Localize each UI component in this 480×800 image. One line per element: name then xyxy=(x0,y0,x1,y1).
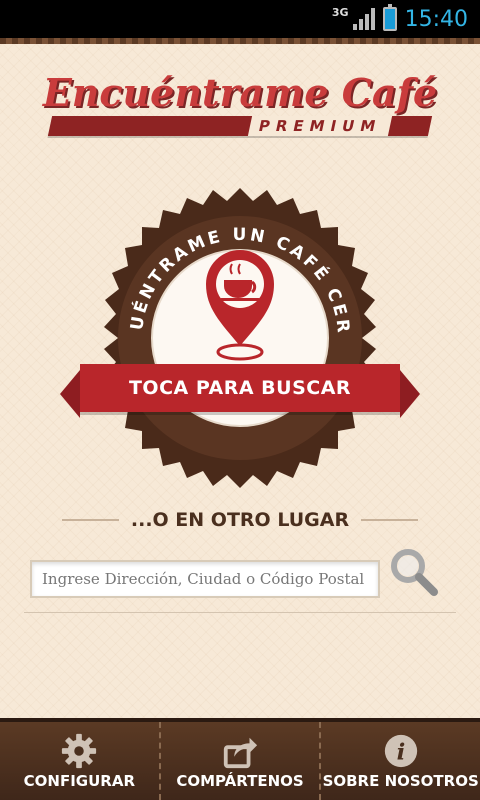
status-bar: 3G 15:40 xyxy=(0,0,480,38)
tab-configure-label: CONFIGURAR xyxy=(23,772,135,790)
tab-share-label: COMPÁRTENOS xyxy=(176,772,304,790)
tab-configure[interactable]: CONFIGURAR xyxy=(0,722,159,800)
heading-divider-right xyxy=(361,519,418,521)
heading-divider-left xyxy=(62,519,119,521)
network-type: 3G xyxy=(331,5,349,19)
search-divider xyxy=(24,612,456,613)
app-logo: Encuéntrame Café PREMIUM xyxy=(40,70,440,140)
search-button[interactable] xyxy=(388,546,440,598)
gear-icon xyxy=(62,733,97,769)
address-search-input[interactable] xyxy=(30,560,380,598)
find-nearby-label: TOCA PARA BUSCAR xyxy=(128,377,352,399)
tab-about-label: SOBRE NOSOTROS xyxy=(322,772,479,790)
find-nearby-button[interactable]: ENCUÉNTRAME UN CAFÉ CERCA! xyxy=(81,173,390,488)
header-edge xyxy=(0,38,480,44)
badge-graphic: ENCUÉNTRAME UN CAFÉ CERCA! xyxy=(81,173,376,488)
find-nearby-ribbon[interactable]: TOCA PARA BUSCAR xyxy=(60,364,420,418)
search-icon xyxy=(391,549,438,596)
logo-premium: PREMIUM xyxy=(247,116,393,136)
bottom-tab-bar: CONFIGURAR COMPÁRTENOS i SOBRE NOSOTROS xyxy=(0,718,480,800)
other-location-heading: ...O EN OTRO LUGAR xyxy=(62,506,418,534)
share-icon xyxy=(223,737,258,769)
info-icon: i xyxy=(384,734,417,768)
svg-text:i: i xyxy=(396,740,405,766)
status-time: 15:40 xyxy=(404,6,468,32)
other-location-label: ...O EN OTRO LUGAR xyxy=(130,509,350,531)
signal-icon xyxy=(352,8,375,30)
logo-title: Encuéntrame Café xyxy=(42,70,438,115)
battery-icon xyxy=(382,4,397,31)
tab-share[interactable]: COMPÁRTENOS xyxy=(158,722,320,800)
tab-about[interactable]: i SOBRE NOSOTROS xyxy=(319,722,480,800)
